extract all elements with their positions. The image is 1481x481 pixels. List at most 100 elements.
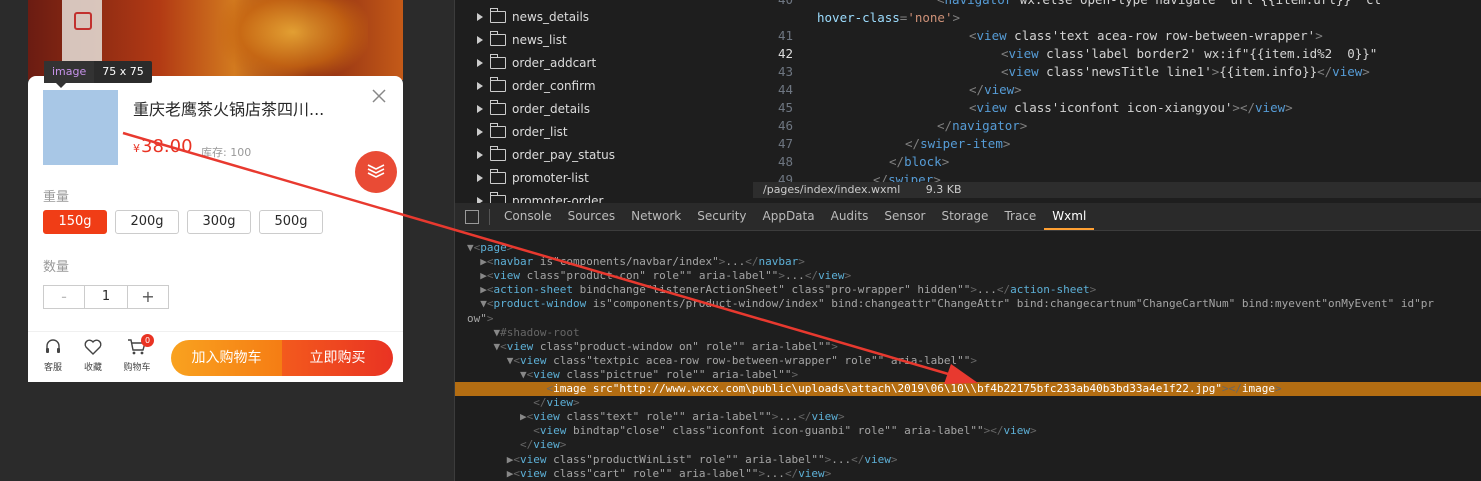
wxml-node[interactable]: <image src"http://www.wxcx.com\public\up… bbox=[455, 382, 1481, 396]
service-tab[interactable]: 客服 bbox=[33, 338, 73, 373]
wxml-node[interactable]: ▼<page> bbox=[455, 241, 1481, 255]
cart-badge: 0 bbox=[141, 334, 154, 347]
code-line[interactable]: 46 </navigator> bbox=[753, 117, 1481, 135]
wxml-node[interactable]: ▼#shadow-root bbox=[455, 326, 1481, 340]
wxml-node[interactable]: <view bindtap"close" class"iconfont icon… bbox=[455, 424, 1481, 438]
folder-icon bbox=[490, 53, 506, 69]
line-number: 46 bbox=[777, 118, 793, 133]
product-name: 重庆老鹰茶火锅店茶四川... bbox=[133, 100, 325, 119]
file-tree-label: promoter-list bbox=[512, 170, 589, 185]
file-tree-item[interactable]: order_confirm bbox=[477, 74, 596, 97]
weight-option[interactable]: 200g bbox=[115, 210, 179, 234]
code-line[interactable]: 49 </swiper> bbox=[753, 171, 1481, 182]
code-editor[interactable]: 40 <navigator wx:else open-type'navigate'… bbox=[753, 0, 1481, 182]
folder-icon bbox=[490, 76, 506, 92]
file-tree-label: order_addcart bbox=[512, 55, 597, 70]
weight-option[interactable]: 150g bbox=[43, 210, 107, 234]
quantity-value[interactable]: 1 bbox=[85, 285, 127, 309]
weight-option[interactable]: 500g bbox=[259, 210, 323, 234]
wxml-node[interactable]: ▼<view class"pictrue" role"" aria-label"… bbox=[455, 368, 1481, 382]
purchase-buttons: 加入购物车 立即购买 bbox=[171, 340, 393, 376]
buy-now-button[interactable]: 立即购买 bbox=[282, 340, 393, 376]
file-tree-item[interactable]: news_details bbox=[477, 5, 589, 28]
layers-icon bbox=[367, 164, 385, 178]
code-line[interactable]: 42 <view class'label border2' wx:if"{{ite… bbox=[753, 45, 1481, 63]
caret-right-icon[interactable] bbox=[477, 150, 483, 159]
code-text: </navigator> bbox=[937, 118, 1028, 133]
caret-right-icon[interactable] bbox=[477, 81, 483, 90]
tab-sources[interactable]: Sources bbox=[560, 203, 623, 230]
add-to-cart-button[interactable]: 加入购物车 bbox=[171, 340, 282, 376]
file-tree-item[interactable]: promoter-order bbox=[477, 189, 603, 203]
wxml-node[interactable]: ▼<view class"product-window on" role"" a… bbox=[455, 340, 1481, 354]
code-line[interactable]: hover-class='none'> bbox=[753, 9, 1481, 27]
wxml-node[interactable]: ▶<navbar is"components/navbar/index">...… bbox=[455, 255, 1481, 269]
favorite-tab[interactable]: 收藏 bbox=[73, 338, 113, 373]
file-tree-label: order_pay_status bbox=[512, 147, 615, 162]
wxml-node[interactable]: ▶<view class"cart" role"" aria-label"">.… bbox=[455, 467, 1481, 481]
code-line[interactable]: 40 <navigator wx:else open-type'navigate'… bbox=[753, 0, 1481, 9]
wxml-node[interactable]: ▶<view class"product-con" role"" aria-la… bbox=[455, 269, 1481, 283]
folder-icon bbox=[490, 30, 506, 46]
caret-right-icon[interactable] bbox=[477, 58, 483, 67]
editor-status-bar: /pages/index/index.wxml 9.3 KB bbox=[753, 182, 1481, 198]
tab-audits[interactable]: Audits bbox=[823, 203, 877, 230]
tooltip-tag: image bbox=[44, 61, 95, 83]
stock-label: 库存: 100 bbox=[201, 146, 252, 159]
wxml-node[interactable]: ▶<view class"productWinList" role"" aria… bbox=[455, 453, 1481, 467]
service-label: 客服 bbox=[43, 363, 62, 373]
code-text: </block> bbox=[889, 154, 950, 169]
tab-security[interactable]: Security bbox=[689, 203, 754, 230]
tab-sensor[interactable]: Sensor bbox=[876, 203, 933, 230]
code-line[interactable]: 45 <view class'iconfont icon-xiangyou'></… bbox=[753, 99, 1481, 117]
weight-option[interactable]: 300g bbox=[187, 210, 251, 234]
close-button[interactable] bbox=[369, 86, 389, 106]
code-text: <view class'label border2' wx:if"{{item.… bbox=[1001, 46, 1378, 61]
tab-storage[interactable]: Storage bbox=[933, 203, 996, 230]
folder-icon bbox=[490, 7, 506, 23]
tab-appdata[interactable]: AppData bbox=[755, 203, 823, 230]
quantity-minus-button[interactable]: - bbox=[43, 285, 85, 309]
caret-right-icon[interactable] bbox=[477, 173, 483, 182]
code-line[interactable]: 47 </swiper-item> bbox=[753, 135, 1481, 153]
inspect-icon[interactable] bbox=[465, 209, 479, 224]
code-line[interactable]: 43 <view class'newsTitle line1'>{{item.in… bbox=[753, 63, 1481, 81]
tooltip-dimensions: 75 x 75 bbox=[102, 65, 144, 78]
caret-right-icon[interactable] bbox=[477, 12, 483, 21]
wxml-node[interactable]: ▶<view class"text" role"" aria-label"">.… bbox=[455, 410, 1481, 424]
floating-menu-button[interactable] bbox=[355, 151, 397, 193]
caret-right-icon[interactable] bbox=[477, 35, 483, 44]
wxml-node[interactable]: </view> bbox=[455, 438, 1481, 452]
wxml-node[interactable]: ow"> bbox=[455, 312, 1481, 326]
cart-tab[interactable]: 0 购物车 bbox=[117, 334, 157, 373]
file-tree-item[interactable]: order_addcart bbox=[477, 51, 596, 74]
quantity-plus-button[interactable]: + bbox=[127, 285, 169, 309]
file-tree-item[interactable]: order_details bbox=[477, 97, 590, 120]
headset-icon bbox=[46, 339, 60, 353]
tab-wxml[interactable]: Wxml bbox=[1044, 203, 1095, 230]
wxml-node[interactable]: ▼<product-window is"components/product-w… bbox=[455, 297, 1481, 311]
wxml-node[interactable]: ▼<view class"textpic acea-row row-betwee… bbox=[455, 354, 1481, 368]
caret-right-icon[interactable] bbox=[477, 104, 483, 113]
code-line[interactable]: 44 </view> bbox=[753, 81, 1481, 99]
close-icon bbox=[372, 89, 386, 103]
file-tree-item[interactable]: news_list bbox=[477, 28, 567, 51]
folder-icon bbox=[490, 122, 506, 138]
file-tree-item[interactable]: promoter-list bbox=[477, 166, 589, 189]
file-tree-item[interactable]: order_list bbox=[477, 120, 568, 143]
wxml-node[interactable]: ▶<action-sheet bindchange"listenerAction… bbox=[455, 283, 1481, 297]
wxml-node[interactable]: </view> bbox=[455, 396, 1481, 410]
code-text: <navigator wx:else open-type'navigate' u… bbox=[937, 0, 1381, 9]
tab-console[interactable]: Console bbox=[496, 203, 560, 230]
file-size: 9.3 KB bbox=[925, 183, 962, 196]
file-tree-label: order_list bbox=[512, 124, 568, 139]
inspect-tooltip: image 75 x 75 bbox=[44, 61, 152, 88]
tab-network[interactable]: Network bbox=[623, 203, 689, 230]
simulator-panel: 重庆老鹰茶火锅店茶四川... ¥38.00 库存: 100 重量 150g 20… bbox=[0, 0, 454, 481]
tea-glass-graphic bbox=[218, 0, 368, 80]
code-line[interactable]: 41 <view class'text acea-row row-between-… bbox=[753, 27, 1481, 45]
code-line[interactable]: 48 </block> bbox=[753, 153, 1481, 171]
tab-trace[interactable]: Trace bbox=[996, 203, 1044, 230]
caret-right-icon[interactable] bbox=[477, 127, 483, 136]
file-tree-item[interactable]: order_pay_status bbox=[477, 143, 615, 166]
